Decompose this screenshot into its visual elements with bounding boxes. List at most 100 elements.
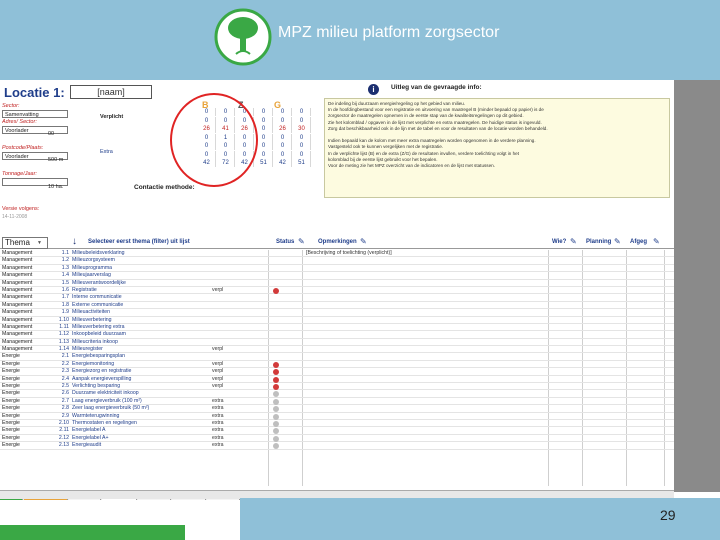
info-title: Uitleg van de gevraagde info: [391,84,482,91]
sector-select[interactable]: Samenvatting [2,110,68,118]
status-dot-icon[interactable] [273,443,279,450]
table-row[interactable]: Management 1.14 Milieuregister verpl [0,346,674,354]
grid-cell: 0 [293,108,311,116]
table-row[interactable]: Energie 2.8 Zeer laag energieverbruik (50 … [0,405,674,413]
grid-cell: 0 [255,116,273,125]
row-description: Energiemonitoring [72,360,115,367]
sheet-tab[interactable]: Locatie 1 [102,499,137,500]
row-description: Zeer laag energieverbruik (50 m²) [72,405,150,412]
table-row[interactable]: Management 1.8 Externe communicatie [0,301,674,310]
table-row[interactable]: Energie 2.11 Energielabel A extra [0,427,674,435]
table-row[interactable]: Management 1.6 Registratie verpl [0,286,674,295]
status-dot-icon[interactable] [273,398,279,405]
status-dot-icon[interactable] [273,369,279,376]
table-row[interactable]: Management 1.10 Milieuverbetering [0,317,674,324]
status-dot-icon[interactable] [273,287,279,294]
table-row[interactable]: Energie 2.7 Laag energieverbruik (100 m²) e… [0,398,674,406]
status-dot-icon[interactable] [273,428,279,435]
grid-cell: 0 [274,150,292,159]
row-code: 2.2 [61,360,69,367]
edit-icon[interactable]: ✎ [570,237,577,246]
sheet-tab[interactable]: Locatie 4 [206,499,240,500]
table-row[interactable]: Management 1.9 Milieuactiviteiten [0,309,674,317]
table-row[interactable]: Management 1.5 Milieuverantwoordelijke [0,280,674,287]
grid-cell: 0 [274,116,292,125]
dropdown-arrow-icon[interactable]: ▼ [37,240,42,246]
row-opmerking[interactable]: [Beschrijving of toelichting (verplicht)… [306,250,392,257]
row-thema: Energie [2,442,20,449]
grid-cell: 51 [293,159,311,167]
status-dot-icon[interactable] [273,376,279,383]
sheet-tab[interactable]: Start [0,499,23,500]
grid-cell: 0 [293,116,311,125]
table-row[interactable]: Energie 2.2 Energiemonitoring verpl [0,360,674,369]
grid-cell: 42 [274,159,292,167]
detail-label: Adres/ Sector: [2,119,37,125]
table-row[interactable]: Energie 2.10 Thermostaten en regelingen ext… [0,419,674,428]
edit-icon[interactable]: ✎ [653,237,660,246]
address-field[interactable]: Voorlader [2,126,68,134]
row-code: 1.10 [58,316,69,323]
table-row[interactable]: Energie 2.12 Energielabel A+ extra [0,435,674,443]
row-thema: Management [2,250,33,256]
table-row[interactable]: Management 1.3 Milieuprogramma [0,264,674,273]
spreadsheet[interactable]: Locatie 1: [naam] i Uitleg van de gevraa… [0,80,674,492]
status-dot-icon[interactable] [273,391,279,398]
extra-label: Extra [100,149,113,155]
row-description: Warmteterugwinning [72,412,120,419]
table-row[interactable]: Energie 2.1 Energiebesparingsplan [0,353,674,361]
location-panel: Locatie 1: [naam] i Uitleg van de gevraa… [0,80,674,236]
edit-icon[interactable]: ✎ [360,237,367,246]
location-name-field[interactable]: [naam] [70,85,152,99]
sheet-tab[interactable]: Samenvatting [23,499,69,500]
status-dot-icon[interactable] [273,413,279,420]
row-code: 2.8 [61,405,69,412]
table-row[interactable]: Energie 2.5 Verlichting besparing verpl [0,383,674,391]
row-description: Milieujaarverslag [72,272,111,279]
status-dot-icon[interactable] [273,420,279,427]
table-row[interactable]: Energie 2.3 Energiezorg en registratie verp… [0,368,674,376]
row-thema: Energie [2,383,20,390]
status-header: Status [276,239,295,245]
row-code: 1.7 [61,294,69,301]
table-row[interactable]: Management 1.12 Inkoopbeleid duurzaam [0,331,674,339]
edit-icon[interactable]: ✎ [298,237,305,246]
table-row[interactable]: Energie 2.6 Duurzame elektriciteit inkoop [0,390,674,398]
edit-icon[interactable]: ✎ [614,237,621,246]
row-code: 2.11 [59,427,69,434]
sheet-tab[interactable]: Locatie 2 [137,499,172,500]
table-row[interactable]: Energie 2.13 Energieaudit extra [0,442,674,450]
grid-cell: 0 [293,150,311,159]
table-row[interactable]: Management 1.1 Milieubeleidsverklaring [Bes… [0,250,674,258]
table-header: Thema ▼ ↓ Selecteer eerst thema (filter)… [0,236,674,249]
table-row[interactable]: Management 1.13 Milieucriteria inkoop [0,339,674,347]
row-verplicht: verpl [212,346,224,353]
row-description: Energieaudit [72,442,102,449]
row-code: 1.6 [61,286,69,293]
status-dot-icon[interactable] [273,435,279,442]
row-verplicht: extra [212,419,224,426]
row-thema: Management [2,301,33,308]
table-row[interactable]: Energie 2.4 Aanpak energieverspilling verpl [0,375,674,384]
sheet-tab[interactable]: Verbeter [69,499,102,500]
status-dot-icon[interactable] [273,406,279,413]
table-row[interactable]: Management 1.2 Milieuzorgsysteem [0,257,674,265]
row-description: Milieuprogramma [72,264,113,271]
detail-value: 10 ha. [48,184,64,190]
table-row[interactable]: Management 1.7 Interne communicatie [0,294,674,302]
row-description: Milieuverbetering [72,316,112,323]
status-dot-icon[interactable] [273,384,279,391]
sheet-tab[interactable]: Locatie 3 [172,499,206,500]
table-row[interactable]: Energie 2.9 Warmteterugwinning extra [0,413,674,420]
versie-date: 14-11-2008 [2,214,28,220]
slide: MPZ milieu platform zorgsector Locatie 1… [0,0,720,540]
grid-cell: 0 [274,142,292,150]
row-code: 2.4 [61,375,69,382]
row-description: Interne communicatie [72,294,122,301]
scrollbar-strip[interactable] [674,80,720,492]
table-row[interactable]: Management 1.4 Milieujaarverslag [0,272,674,280]
planning-header: Planning [586,239,612,245]
table-row[interactable]: Management 1.11 Milieuverbetering extra [0,324,674,332]
status-dot-icon[interactable] [273,361,279,368]
row-code: 1.1 [61,250,69,256]
